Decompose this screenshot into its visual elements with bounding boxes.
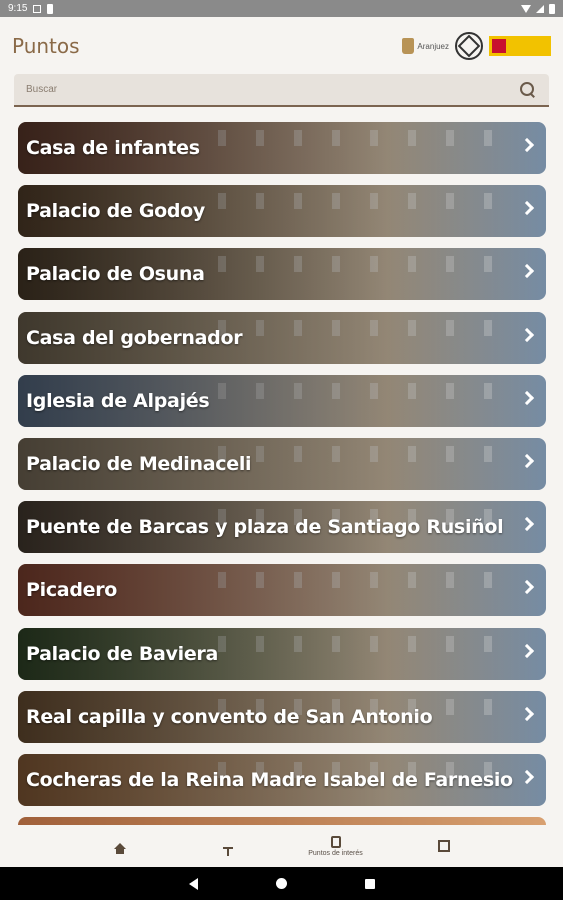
point-name: Real capilla y convento de San Antonio xyxy=(26,705,433,728)
nav-scan[interactable] xyxy=(409,840,479,852)
point-name: Picadero xyxy=(26,579,118,602)
points-of-interest-icon xyxy=(330,835,341,848)
point-card[interactable]: Palacio de Baviera xyxy=(18,627,546,680)
aranjuez-logo: Aranjuez xyxy=(402,38,449,54)
status-bar: 9:15 xyxy=(0,0,563,17)
battery-icon xyxy=(549,3,555,14)
point-card[interactable]: Real capilla y convento de San Antonio xyxy=(18,690,546,743)
partner-logos: Aranjuez xyxy=(402,32,551,60)
system-navigation-bar xyxy=(0,867,563,900)
spain-government-logo xyxy=(489,36,551,56)
point-name: Palacio de Baviera xyxy=(26,642,218,665)
home-icon xyxy=(113,843,126,854)
app-bar: Puntos Aranjuez xyxy=(0,17,563,75)
bottom-navigation: Puntos de interés xyxy=(0,825,563,867)
wifi-icon xyxy=(521,4,531,13)
crown-icon xyxy=(402,38,415,54)
aranjuez-logo-text: Aranjuez xyxy=(417,41,449,51)
point-card[interactable]: Palacio de Godoy xyxy=(18,185,546,238)
sd-card-icon xyxy=(47,3,54,14)
point-name: Palacio de Osuna xyxy=(26,263,205,286)
point-card[interactable]: Iglesia de Alpajés xyxy=(18,374,546,427)
signal-icon xyxy=(536,4,544,13)
nav-poi-label: Puntos de interés xyxy=(308,849,363,857)
point-card[interactable]: Cocheras de la Reina Madre Isabel de Far… xyxy=(18,753,546,806)
world-heritage-seal-icon xyxy=(455,32,483,60)
point-card[interactable]: Casa del gobernador xyxy=(18,311,546,364)
point-card[interactable]: Picadero xyxy=(18,564,546,617)
nav-dining[interactable] xyxy=(193,843,263,856)
point-name: Cocheras de la Reina Madre Isabel de Far… xyxy=(26,768,513,791)
search-icon[interactable] xyxy=(519,81,537,99)
notification-icon xyxy=(33,4,42,13)
point-name: Casa de infantes xyxy=(26,137,200,159)
point-card[interactable]: Puente de Barcas y plaza de Santiago Rus… xyxy=(18,501,546,554)
search-bar[interactable] xyxy=(14,74,549,107)
point-name: Iglesia de Alpajés xyxy=(26,389,210,412)
status-time: 9:15 xyxy=(8,3,28,14)
point-card[interactable]: Casa de infantes xyxy=(18,122,546,174)
point-name: Palacio de Godoy xyxy=(26,200,206,223)
nav-points-of-interest[interactable]: Puntos de interés xyxy=(301,835,371,857)
search-input[interactable] xyxy=(26,84,519,95)
point-name: Casa del gobernador xyxy=(26,326,243,349)
qr-scan-icon xyxy=(437,840,450,852)
point-name: Puente de Barcas y plaza de Santiago Rus… xyxy=(26,516,504,539)
point-name: Palacio de Medinaceli xyxy=(26,452,252,475)
home-button-icon[interactable] xyxy=(275,878,287,889)
back-icon[interactable] xyxy=(188,877,198,890)
nav-home[interactable] xyxy=(85,843,155,854)
points-list[interactable]: Casa de infantes Palacio de Godoy Palacio … xyxy=(18,122,546,825)
point-card[interactable]: Palacio de Medinaceli xyxy=(18,437,546,490)
recents-icon[interactable] xyxy=(364,878,375,889)
page-title: Puntos xyxy=(12,34,80,58)
coat-of-arms-icon xyxy=(492,39,506,53)
point-card-partial[interactable] xyxy=(18,817,546,825)
point-card[interactable]: Palacio de Osuna xyxy=(18,248,546,301)
dining-icon xyxy=(222,847,233,856)
